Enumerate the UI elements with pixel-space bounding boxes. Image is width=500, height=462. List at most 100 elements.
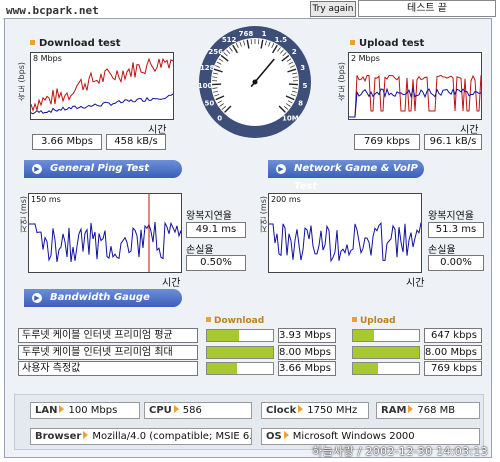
- sysinfo-cpu: CPU 586: [144, 402, 252, 419]
- download-bar-fill: [207, 330, 240, 341]
- upload-kbs: 96.1 kB/s: [424, 134, 482, 150]
- upload-title-text: Upload test: [359, 38, 425, 49]
- triangle-icon: [59, 405, 65, 413]
- os-key: OS: [266, 431, 282, 442]
- arrow-icon: ▶: [32, 293, 42, 303]
- os-value: Microsoft Windows 2000: [292, 431, 415, 442]
- upload-bar: [352, 362, 420, 375]
- speed-dial: 0 50 100 128 256 512 768 1 1.5 2 3 5 8 10M: [195, 24, 315, 142]
- upload-bar-fill: [353, 330, 375, 341]
- upload-scale: 2 Mbps: [351, 54, 380, 63]
- browser-key: Browser: [35, 431, 82, 442]
- upload-value: 647 kbps: [424, 328, 482, 343]
- ping-general-rtt: 49.1 ms: [186, 222, 246, 238]
- pn-svg-trace: [269, 221, 421, 263]
- gauge-download-header: Download: [206, 316, 264, 326]
- dial-label: 5: [302, 82, 307, 90]
- download-kbs: 458 kB/s: [106, 134, 166, 150]
- pg-svg-trace: [29, 221, 181, 262]
- ping-general-loss: 0.50%: [186, 255, 246, 271]
- download-axis-label: 속도 (bps): [17, 62, 26, 102]
- upload-bar: [352, 346, 420, 359]
- sysinfo-lan: LAN 100 Mbps: [30, 402, 140, 419]
- tab-bandwidth[interactable]: ▶ Bandwidth Gauge: [24, 289, 182, 307]
- tab-general-ping-label: General Ping Test: [50, 163, 150, 174]
- download-bar: [206, 362, 274, 375]
- dial-tick: [288, 83, 298, 86]
- download-bar: [206, 346, 274, 359]
- ram-key: RAM: [381, 405, 407, 416]
- arrow-icon: ▶: [32, 164, 42, 174]
- ping-game-graph: 200 ms: [268, 193, 422, 273]
- upload-axis-label: 속도 (bps): [337, 62, 346, 102]
- upload-graph: 2 Mbps: [348, 52, 482, 120]
- lan-key: LAN: [35, 405, 58, 416]
- dial-label: 3: [300, 64, 305, 72]
- gauge-download-header-text: Download: [214, 316, 265, 326]
- dial-label: 10M: [282, 114, 299, 122]
- ping-general-rtt-label: 왕복지연율: [186, 211, 232, 222]
- upload-bar-fill: [353, 363, 379, 374]
- download-scale: 8 Mbps: [33, 54, 62, 63]
- ping-game-loss-label: 손실율: [428, 245, 456, 256]
- triangle-icon: [83, 431, 89, 439]
- cpu-value: 586: [182, 405, 202, 416]
- arrow-icon: ▶: [276, 164, 286, 174]
- dial-hub: [252, 79, 258, 85]
- dial-label: 768: [239, 30, 254, 38]
- dial-label: 2: [292, 48, 297, 56]
- gauge-upload-header-text: Upload: [360, 316, 396, 326]
- dial-label: 0: [217, 114, 222, 122]
- ping-general-loss-label: 손실율: [186, 245, 214, 256]
- ping-game-scale: 200 ms: [271, 195, 301, 204]
- try-again-button[interactable]: Try again: [310, 1, 356, 17]
- tab-network-game[interactable]: ▶ Network Game & VoIP Test: [268, 160, 424, 192]
- dial-label: 1: [262, 30, 267, 38]
- lan-value: 100 Mbps: [68, 405, 118, 416]
- gauge-row-name: 두루넷 케이블 인터넷 프리미엄 최대: [18, 345, 198, 360]
- dial-tick: [212, 83, 222, 86]
- download-title: Download test: [30, 38, 121, 49]
- clock-value: 1750 MHz: [307, 405, 358, 416]
- upload-title: Upload test: [350, 38, 424, 49]
- gauge-row-name: 두루넷 케이블 인터넷 프리미엄 평균: [18, 328, 198, 343]
- tab-bandwidth-label: Bandwidth Gauge: [50, 292, 150, 303]
- ping-game-loss: 0.00%: [428, 255, 484, 271]
- dial-label: 100: [198, 82, 213, 90]
- download-value: 3.66 Mbps: [278, 361, 336, 376]
- test-end-tab[interactable]: 테스트 끝: [358, 0, 496, 17]
- ping-game-rtt: 51.3 ms: [428, 222, 484, 238]
- gauge-row-name: 사용자 측정값: [18, 361, 198, 376]
- ram-value: 768 MB: [417, 405, 456, 416]
- download-bar-fill: [207, 363, 238, 374]
- upload-panel: Upload test 속도 (bps) 2 Mbps 시간 769 kbps …: [320, 24, 490, 154]
- dial-label: 8: [298, 100, 303, 108]
- download-title-text: Download test: [39, 38, 121, 49]
- triangle-icon: [173, 405, 179, 413]
- download-panel: Download test 속도 (bps) 8 Mbps 시간 3.66 Mb…: [14, 24, 184, 154]
- footer-caption: 하늘사랑 / 2002-12-30 14:03:13: [312, 445, 488, 458]
- ping-general-time: 시간: [162, 278, 181, 289]
- download-bar-fill: [207, 347, 273, 358]
- triangle-icon: [408, 405, 414, 413]
- download-value: 8.00 Mbps: [278, 345, 336, 360]
- tab-general-ping[interactable]: ▶ General Ping Test: [24, 160, 182, 178]
- gauge-upload-header: Upload: [352, 316, 396, 326]
- browser-value: Mozilla/4.0 (compatible; MSIE 6.0: [92, 431, 252, 442]
- download-bar: [206, 329, 274, 342]
- ping-general-graph: 150 ms: [28, 193, 182, 273]
- dial-label: 512: [222, 36, 237, 44]
- dial-label: 1.5: [275, 36, 288, 44]
- upload-kbps: 769 kbps: [354, 134, 420, 150]
- ping-game-rtt-label: 왕복지연율: [428, 211, 474, 222]
- ping-game-time: 시간: [406, 278, 425, 289]
- sysinfo-clock: Clock 1750 MHz: [261, 402, 369, 419]
- download-trace-red: [31, 57, 173, 113]
- download-mbps: 3.66 Mbps: [32, 134, 102, 150]
- download-value: 3.93 Mbps: [278, 328, 336, 343]
- upload-value: 769 kbps: [424, 361, 482, 376]
- upload-bar: [352, 329, 420, 342]
- triangle-icon: [298, 405, 304, 413]
- sysinfo-ram: RAM 768 MB: [376, 402, 480, 419]
- triangle-icon: [283, 431, 289, 439]
